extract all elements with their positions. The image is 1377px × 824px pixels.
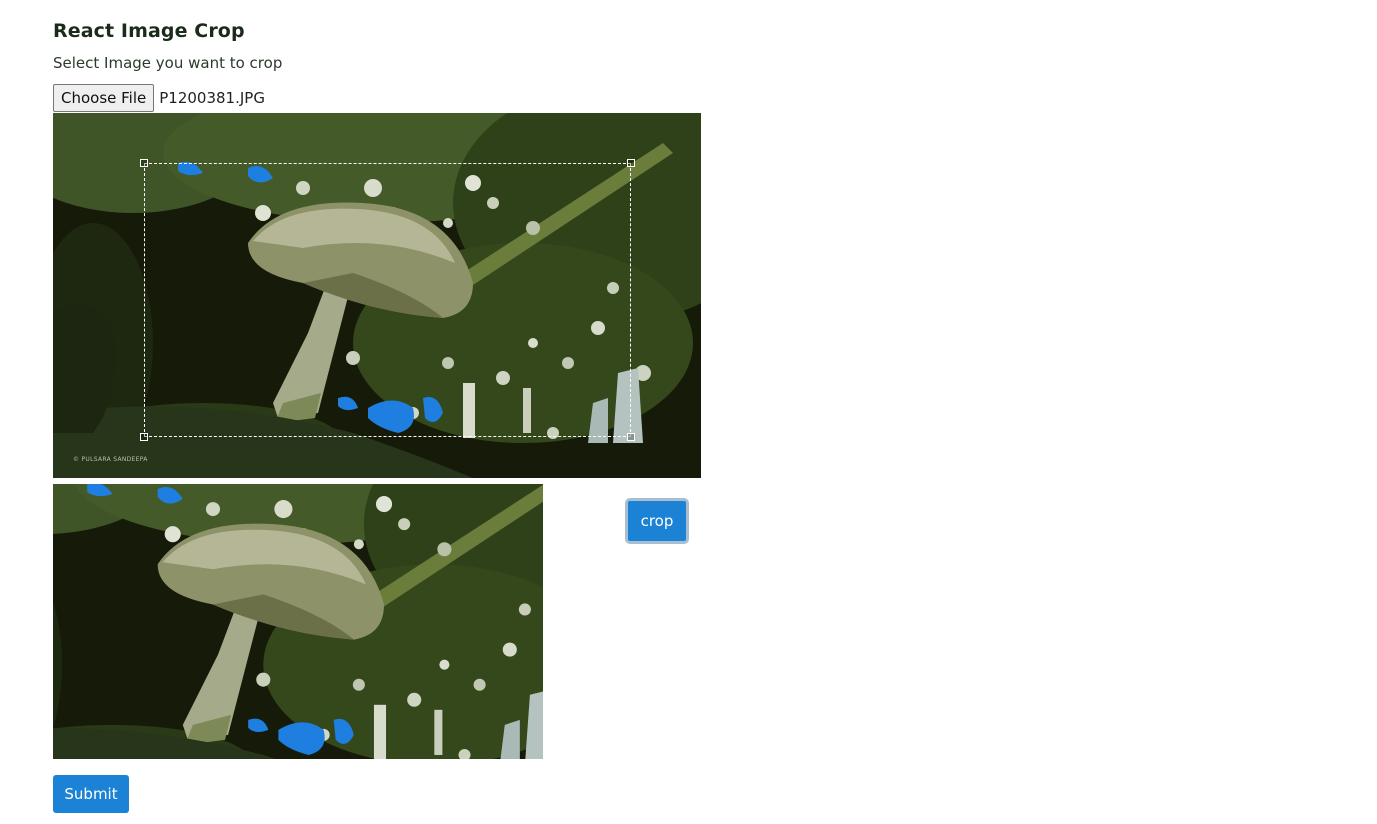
crop-handle-se[interactable] [627, 433, 635, 441]
crop-button[interactable]: crop [625, 498, 689, 544]
choose-file-button[interactable]: Choose File [53, 84, 155, 112]
page-title: React Image Crop [53, 20, 245, 42]
crop-selection[interactable] [140, 159, 635, 441]
cropped-preview-picture [53, 484, 543, 759]
file-input[interactable]: Choose File P1200381.JPG [53, 84, 265, 112]
cropped-preview [53, 484, 543, 759]
submit-button[interactable]: Submit [53, 775, 129, 813]
crop-handle-ne[interactable] [627, 159, 635, 167]
source-image[interactable]: © PULSARA SANDEEPA [53, 113, 701, 478]
instruction-text: Select Image you want to crop [53, 54, 283, 72]
crop-handle-sw[interactable] [140, 433, 148, 441]
crop-handle-nw[interactable] [140, 159, 148, 167]
selected-file-name: P1200381.JPG [159, 89, 265, 107]
image-watermark: © PULSARA SANDEEPA [73, 456, 148, 463]
